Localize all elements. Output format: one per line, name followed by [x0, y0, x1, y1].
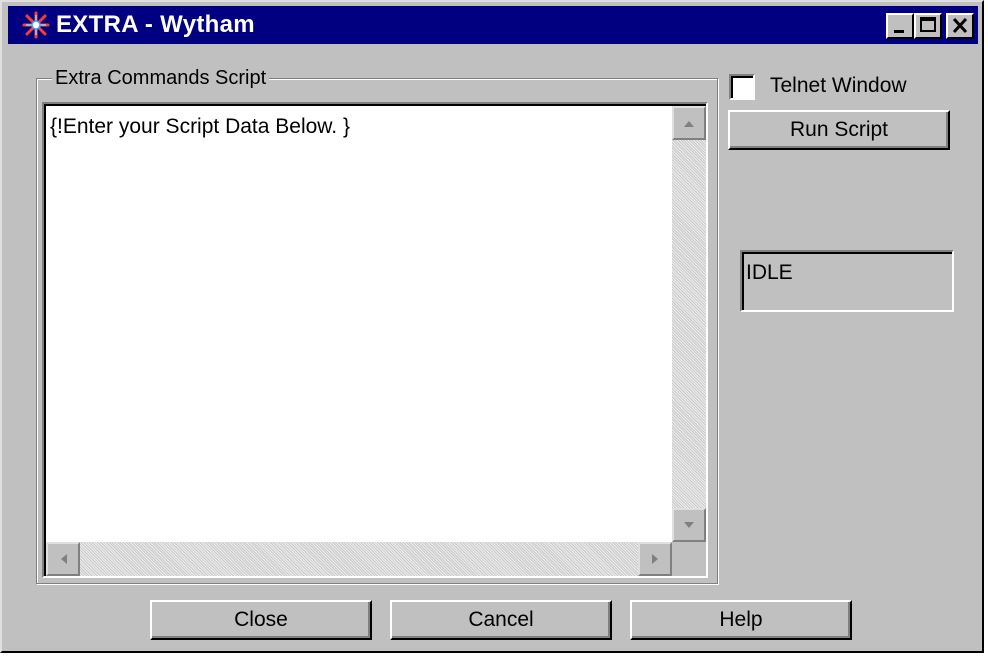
script-textarea-inner: {!Enter your Script Data Below. }: [44, 104, 706, 576]
window-title: EXTRA - Wytham: [56, 11, 255, 38]
extra-window: EXTRA - Wytham Extra Commands Script {!E…: [0, 0, 984, 653]
scroll-left-button[interactable]: [46, 542, 80, 576]
telnet-window-label[interactable]: Telnet Window: [770, 72, 907, 100]
close-button[interactable]: Close: [150, 600, 372, 640]
arrow-right-icon: [652, 554, 658, 564]
scroll-down-button[interactable]: [672, 508, 706, 542]
app-icon[interactable]: [22, 11, 50, 39]
close-window-button[interactable]: [946, 13, 974, 39]
maximize-icon: [920, 17, 936, 32]
script-group-label: Extra Commands Script: [52, 66, 270, 90]
horizontal-scrollbar[interactable]: [46, 542, 672, 576]
arrow-down-icon: [684, 522, 694, 528]
close-icon: [952, 17, 968, 34]
cancel-button[interactable]: Cancel: [390, 600, 612, 640]
script-textarea[interactable]: {!Enter your Script Data Below. }: [42, 102, 708, 578]
minimize-button[interactable]: [886, 13, 914, 39]
minimize-icon: [894, 30, 904, 33]
title-bar[interactable]: EXTRA - Wytham: [8, 6, 978, 44]
scroll-corner: [672, 542, 706, 576]
telnet-window-checkbox[interactable]: [729, 74, 755, 100]
run-script-button[interactable]: Run Script: [728, 110, 950, 150]
vertical-scrollbar[interactable]: [672, 106, 706, 542]
maximize-button[interactable]: [914, 13, 942, 39]
scroll-up-button[interactable]: [672, 106, 706, 140]
arrow-left-icon: [61, 554, 67, 564]
arrow-up-icon: [684, 121, 694, 127]
status-box-inner: IDLE: [742, 252, 952, 310]
status-text: IDLE: [746, 261, 793, 284]
status-box: IDLE: [740, 250, 954, 312]
script-text[interactable]: {!Enter your Script Data Below. }: [50, 114, 350, 140]
help-button[interactable]: Help: [630, 600, 852, 640]
checkbox-inner: [731, 76, 753, 98]
scroll-right-button[interactable]: [638, 542, 672, 576]
